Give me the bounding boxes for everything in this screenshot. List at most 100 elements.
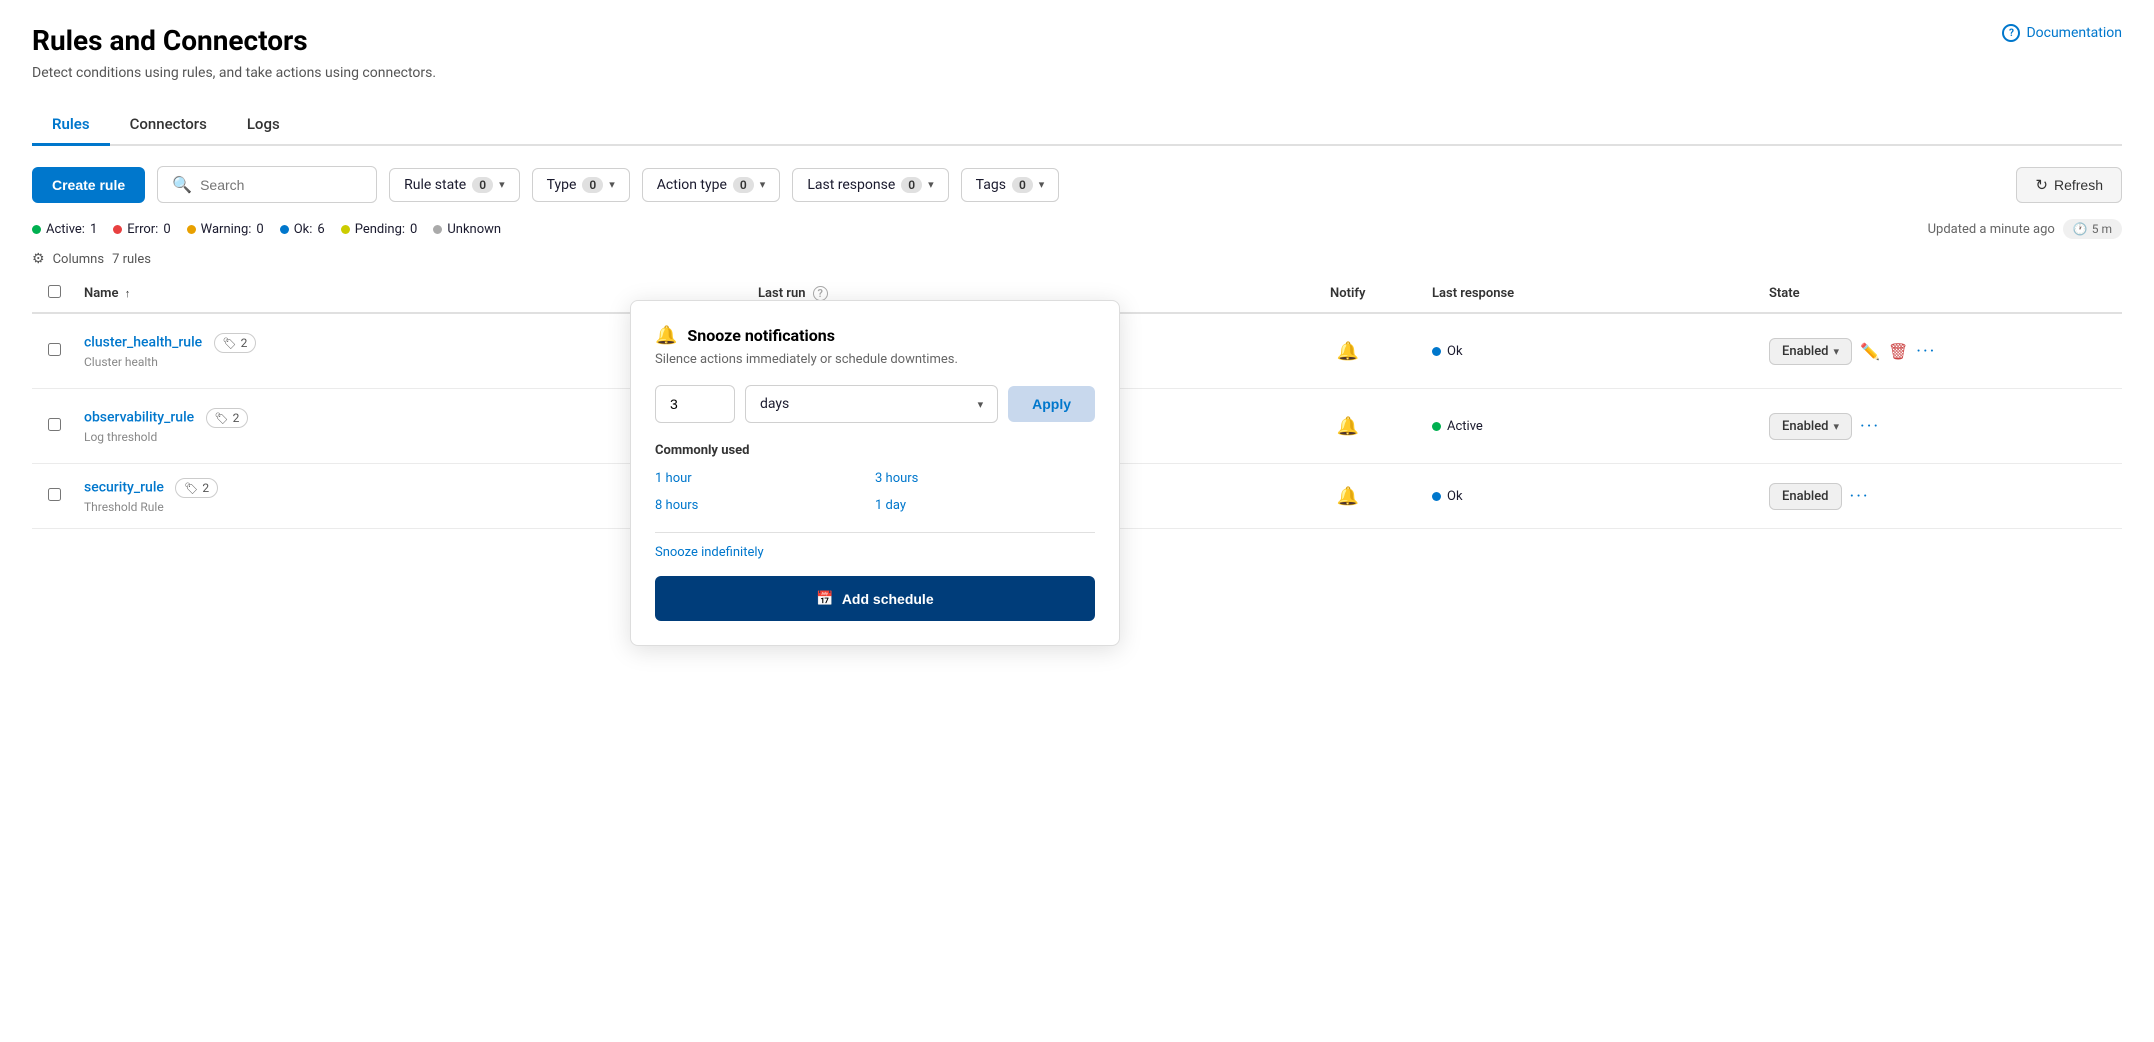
tab-rules[interactable]: Rules (32, 105, 110, 146)
filter-type[interactable]: Type 0 ▾ (532, 168, 630, 202)
more-actions-icon[interactable]: ··· (1860, 416, 1880, 437)
dot-error-icon (113, 225, 122, 234)
chevron-down-icon: ▾ (1039, 178, 1045, 191)
clock-icon: 🕐 (2073, 222, 2088, 236)
chevron-down-icon: ▾ (609, 178, 615, 191)
status-pending: Pending: 0 (341, 222, 418, 237)
toolbar: Create rule 🔍 Rule state 0 ▾ Type 0 ▾ Ac… (32, 166, 2122, 203)
row-checkbox-1[interactable] (48, 343, 61, 356)
tag-badge-1[interactable]: 🏷 2 (214, 333, 257, 353)
select-all-checkbox[interactable] (48, 285, 61, 298)
snooze-inputs: days ▾ Apply (655, 385, 1095, 423)
filter-rule-state[interactable]: Rule state 0 ▾ (389, 168, 519, 202)
chevron-down-icon: ▾ (928, 178, 934, 191)
snooze-link-1hour[interactable]: 1 hour (655, 468, 875, 489)
chevron-down-icon: ▾ (978, 398, 984, 411)
notify-col-2: 🔔 (1264, 416, 1433, 437)
row-checkbox-3[interactable] (48, 488, 61, 501)
chevron-down-icon: ▾ (499, 178, 505, 191)
snooze-number-input[interactable] (655, 385, 735, 423)
dot-warning-icon (187, 225, 196, 234)
bell-icon[interactable]: 🔔 (1337, 341, 1359, 362)
tag-icon: 🏷 (223, 337, 237, 350)
edit-icon[interactable]: ✏️ (1860, 342, 1880, 361)
filter-last-response[interactable]: Last response 0 ▾ (792, 168, 948, 202)
tag-icon: 🏷 (215, 412, 229, 425)
tab-connectors[interactable]: Connectors (110, 105, 227, 146)
snooze-unit-select[interactable]: days ▾ (745, 385, 998, 423)
help-icon[interactable]: ? (813, 286, 828, 301)
rule-name-link-2[interactable]: observability_rule (84, 410, 194, 426)
sort-asc-icon: ↑ (125, 287, 131, 300)
common-links: 1 hour 3 hours 8 hours 1 day (655, 468, 1095, 516)
last-response-col-1: Ok (1432, 344, 1769, 359)
refresh-icon: ↻ (2035, 176, 2048, 194)
row-checkbox-2[interactable] (48, 418, 61, 431)
apply-button[interactable]: Apply (1008, 386, 1095, 422)
updated-info: Updated a minute ago 🕐 5 m (1928, 219, 2122, 239)
rule-name-link-1[interactable]: cluster_health_rule (84, 335, 202, 351)
status-unknown: Unknown (433, 222, 501, 237)
header-last-run: Last run ? (758, 286, 1264, 301)
snooze-link-1day[interactable]: 1 day (875, 495, 1095, 516)
last-response-col-2: Active (1432, 419, 1769, 434)
chevron-down-icon: ▾ (760, 178, 766, 191)
state-badge-1[interactable]: Enabled ▾ (1769, 338, 1852, 365)
header-state: State (1769, 286, 2106, 301)
documentation-icon: ? (2002, 24, 2020, 42)
header-last-response: Last response (1432, 286, 1769, 301)
status-active: Active: 1 (32, 222, 97, 237)
header-notify: Notify (1264, 286, 1433, 301)
page-subtitle: Detect conditions using rules, and take … (32, 65, 2122, 81)
documentation-link[interactable]: ? Documentation (2002, 24, 2122, 42)
interval-badge: 🕐 5 m (2063, 219, 2122, 239)
filter-tags[interactable]: Tags 0 ▾ (961, 168, 1060, 202)
header-name: Name ↑ (84, 286, 758, 301)
tabs: Rules Connectors Logs (32, 105, 2122, 146)
bell-off-icon-2[interactable]: 🔔 (1337, 486, 1359, 507)
filter-action-type[interactable]: Action type 0 ▾ (642, 168, 781, 202)
state-col-3: Enabled ··· (1769, 483, 2106, 510)
tag-badge-3[interactable]: 🏷 2 (175, 478, 218, 498)
state-col-1: Enabled ▾ ✏️ 🗑 ··· (1769, 338, 2106, 365)
calendar-icon: 📅 (816, 590, 833, 607)
notify-col-1: 🔔 (1264, 341, 1433, 362)
dot-ok-icon (280, 225, 289, 234)
dot-unknown-icon (433, 225, 442, 234)
add-schedule-button[interactable]: 📅 Add schedule (655, 576, 1095, 621)
dot-active-icon (1432, 422, 1441, 431)
create-rule-button[interactable]: Create rule (32, 167, 145, 203)
chevron-down-icon: ▾ (1834, 345, 1840, 358)
snooze-bell-icon: 🔔 (655, 325, 677, 346)
state-col-2: Enabled ▾ ··· (1769, 413, 2106, 440)
snooze-link-3hours[interactable]: 3 hours (875, 468, 1095, 489)
refresh-button[interactable]: ↻ Refresh (2016, 167, 2122, 203)
more-actions-icon[interactable]: ··· (1850, 486, 1870, 507)
snooze-indefinitely-link[interactable]: Snooze indefinitely (655, 545, 1095, 560)
status-ok: Ok: 6 (280, 222, 325, 237)
status-bar: Active: 1 Error: 0 Warning: 0 Ok: 6 Pend… (32, 219, 2122, 239)
dot-active-icon (32, 225, 41, 234)
tab-logs[interactable]: Logs (227, 105, 300, 146)
state-badge-2[interactable]: Enabled ▾ (1769, 413, 1852, 440)
rule-name-link-3[interactable]: security_rule (84, 480, 164, 496)
search-input[interactable] (200, 177, 360, 193)
snooze-link-8hours[interactable]: 8 hours (655, 495, 875, 516)
more-actions-icon[interactable]: ··· (1916, 341, 1936, 362)
search-box[interactable]: 🔍 (157, 166, 377, 203)
dot-pending-icon (341, 225, 350, 234)
notify-col-3: 🔔 (1264, 486, 1433, 507)
columns-icon: ⚙ (32, 251, 45, 267)
page-title: Rules and Connectors (32, 24, 308, 57)
snooze-popup: 🔔 Snooze notifications Silence actions i… (630, 300, 1120, 646)
dot-ok-icon (1432, 347, 1441, 356)
bell-off-icon[interactable]: 🔔 (1337, 416, 1359, 437)
status-warning: Warning: 0 (187, 222, 264, 237)
status-error: Error: 0 (113, 222, 170, 237)
tag-icon: 🏷 (184, 482, 198, 495)
search-icon: 🔍 (172, 175, 192, 194)
delete-icon[interactable]: 🗑 (1888, 342, 1908, 361)
snooze-header: 🔔 Snooze notifications (655, 325, 1095, 346)
tag-badge-2[interactable]: 🏷 2 (206, 408, 249, 428)
state-badge-3[interactable]: Enabled (1769, 483, 1842, 510)
